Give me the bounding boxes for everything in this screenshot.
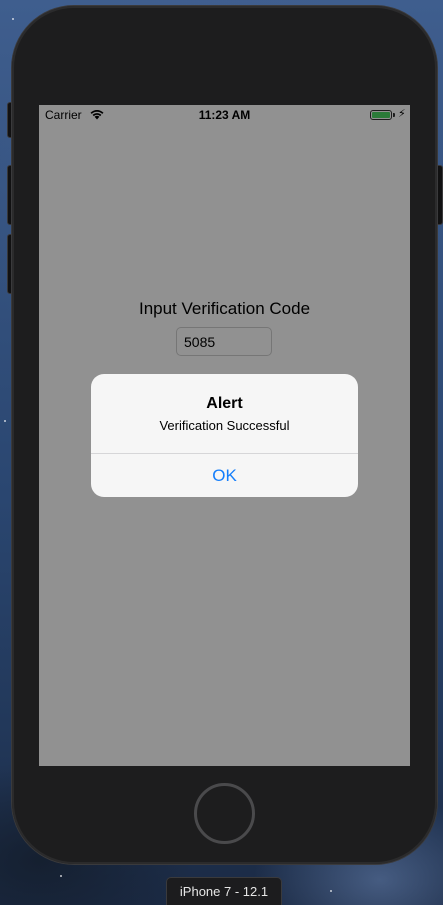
- star: [4, 420, 6, 422]
- alert-title: Alert: [206, 395, 243, 412]
- device-label: iPhone 7 - 12.1: [166, 877, 282, 905]
- ok-button[interactable]: OK: [91, 454, 358, 497]
- star: [60, 875, 62, 877]
- star: [12, 18, 14, 20]
- alert-dialog: Alert Verification Successful OK: [91, 374, 358, 497]
- star: [330, 890, 332, 892]
- app-screen: Carrier 11:23 AM ⚡ Input Verification Co…: [39, 105, 410, 766]
- alert-message: Verification Successful: [159, 418, 290, 433]
- home-button[interactable]: [194, 783, 255, 844]
